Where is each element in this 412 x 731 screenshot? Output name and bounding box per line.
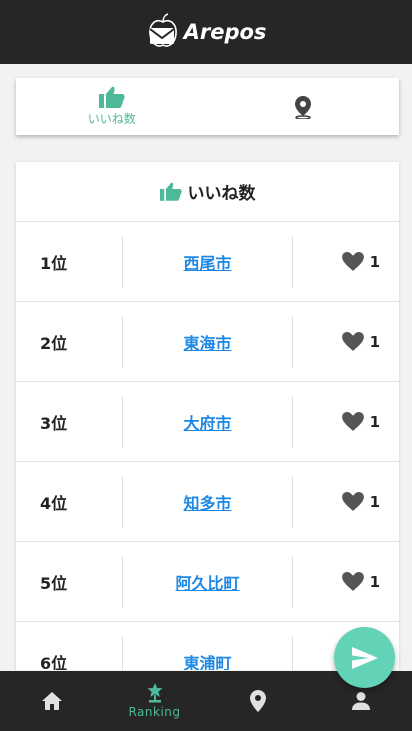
tab-likes-label: いいね数 (87, 112, 136, 126)
heart-icon (341, 332, 364, 351)
send-fab[interactable] (334, 627, 395, 688)
rank-label: 1位 (16, 235, 123, 288)
ranking-card: いいね数 1位 西尾市 1 2位 東海市 1 3位 大府市 1 4位 知多市 1… (16, 162, 399, 670)
city-link[interactable]: 東浦町 (183, 650, 231, 671)
like-count: 1 (369, 572, 380, 591)
tab-location[interactable] (208, 78, 400, 135)
heart-icon (341, 492, 364, 511)
like-count: 1 (369, 252, 380, 271)
tab-likes[interactable]: いいね数 (16, 78, 208, 135)
ranking-row: 5位 阿久比町 1 (16, 542, 399, 622)
map-marker-icon (249, 690, 266, 712)
heart-icon (341, 252, 364, 271)
rank-label: 2位 (16, 315, 123, 368)
thumb-up-icon (159, 182, 182, 201)
app-title: Arepos (183, 20, 267, 44)
person-icon (351, 692, 370, 710)
app-logo[interactable]: Arepos (146, 12, 267, 52)
city-link[interactable]: 大府市 (183, 410, 231, 434)
like-count: 1 (369, 412, 380, 431)
thumb-up-icon (98, 86, 125, 108)
ranking-icon (147, 683, 162, 703)
app-bar: Arepos (0, 0, 412, 64)
like-count: 1 (369, 332, 380, 351)
ranking-row: 2位 東海市 1 (16, 302, 399, 382)
nav-ranking[interactable]: Ranking (103, 671, 206, 731)
ranking-title: いいね数 (187, 184, 256, 204)
nav-home[interactable] (0, 671, 103, 731)
home-icon (41, 692, 62, 710)
nav-ranking-label: Ranking (128, 705, 181, 719)
rank-label: 4位 (16, 475, 123, 528)
city-link[interactable]: 知多市 (183, 490, 231, 514)
ranking-row: 4位 知多市 1 (16, 462, 399, 542)
map-marker-icon (295, 95, 312, 119)
main-content[interactable]: いいね数 いいね数 1位 西尾市 1 2位 東海市 1 3位 大府市 1 4位 … (0, 64, 412, 670)
ranking-row: 3位 大府市 1 (16, 382, 399, 462)
ranking-tabs: いいね数 (16, 78, 399, 135)
heart-icon (341, 572, 364, 591)
nav-map[interactable] (206, 671, 309, 731)
heart-icon (341, 412, 364, 431)
city-link[interactable]: 東海市 (183, 330, 231, 354)
send-icon (351, 646, 378, 669)
city-link[interactable]: 阿久比町 (175, 570, 239, 594)
city-link[interactable]: 西尾市 (183, 250, 231, 274)
ranking-row: 1位 西尾市 1 (16, 222, 399, 302)
rank-label: 6位 (16, 635, 123, 670)
rank-label: 3位 (16, 395, 123, 448)
rank-label: 5位 (16, 555, 123, 608)
ranking-header: いいね数 (16, 162, 399, 222)
mail-logo-icon (148, 13, 177, 47)
like-count: 1 (369, 492, 380, 511)
